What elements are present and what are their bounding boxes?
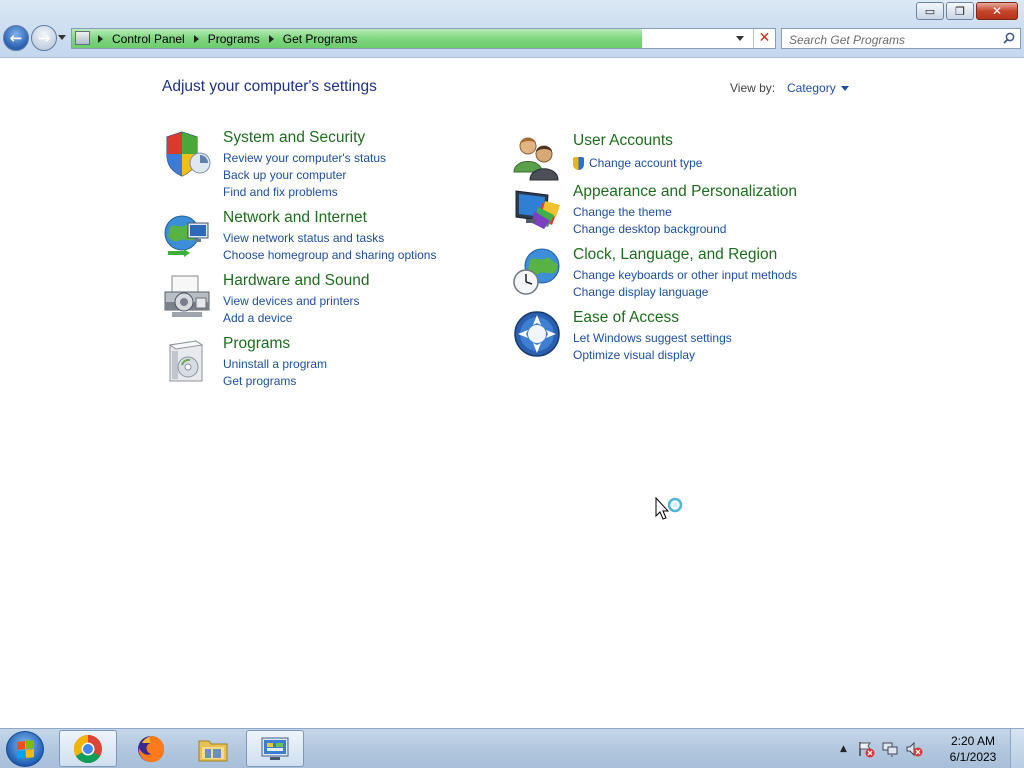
globe-clock-icon[interactable] — [512, 246, 562, 296]
network-icon[interactable] — [881, 740, 899, 758]
address-bar[interactable]: Control Panel Programs Get Programs ✕ — [71, 28, 776, 49]
category-links: View devices and printers Add a device — [223, 293, 360, 327]
breadcrumb-arrow-icon[interactable] — [193, 34, 199, 43]
recent-pages-dropdown[interactable] — [58, 35, 66, 40]
stop-button[interactable]: ✕ — [753, 29, 775, 48]
taskbar-explorer[interactable] — [184, 730, 242, 767]
breadcrumb-arrow-icon[interactable] — [98, 34, 103, 43]
search-box — [781, 28, 1021, 50]
forward-button[interactable]: → — [31, 25, 57, 51]
category-title-system-security[interactable]: System and Security — [223, 129, 365, 147]
link-change-theme[interactable]: Change the theme — [573, 204, 726, 221]
category-title-user-accounts[interactable]: User Accounts — [573, 132, 673, 150]
link-keyboards-input[interactable]: Change keyboards or other input methods — [573, 267, 797, 284]
window-controls: ▭ ❐ ✕ — [914, 2, 1018, 20]
close-button[interactable]: ✕ — [976, 2, 1018, 20]
show-desktop-button[interactable] — [1010, 729, 1024, 768]
firefox-icon — [138, 735, 165, 762]
minimize-icon: ▭ — [924, 4, 936, 18]
taskbar: ▲ 2:20 AM 6/1/2023 — [0, 728, 1024, 768]
show-hidden-icons-button[interactable]: ▲ — [840, 744, 847, 754]
printer-icon[interactable] — [162, 272, 212, 322]
stop-icon: ✕ — [758, 30, 771, 46]
category-title-ease-access[interactable]: Ease of Access — [573, 309, 679, 327]
category-links: Uninstall a program Get programs — [223, 356, 327, 390]
link-back-up[interactable]: Back up your computer — [223, 167, 386, 184]
breadcrumb: Control Panel Programs Get Programs — [96, 29, 357, 48]
control-panel-content: Adjust your computer's settings View by:… — [0, 59, 1024, 728]
category-links: Change account type — [573, 155, 702, 172]
taskbar-firefox[interactable] — [122, 730, 180, 767]
forward-arrow-icon: → — [37, 29, 51, 47]
system-tray: ▲ — [840, 729, 923, 768]
link-add-device[interactable]: Add a device — [223, 310, 360, 327]
link-desktop-background[interactable]: Change desktop background — [573, 221, 726, 238]
address-history-dropdown[interactable] — [736, 36, 744, 41]
minimize-button[interactable]: ▭ — [916, 2, 944, 20]
category-links: Change keyboards or other input methods … — [573, 267, 797, 301]
link-find-fix[interactable]: Find and fix problems — [223, 184, 386, 201]
windows-logo-icon — [17, 740, 34, 759]
taskbar-chrome[interactable] — [59, 730, 117, 767]
breadcrumb-control-panel[interactable]: Control Panel — [112, 32, 185, 46]
link-get-programs[interactable]: Get programs — [223, 373, 327, 390]
network-globe-icon[interactable] — [162, 209, 212, 259]
view-by-value: Category — [787, 81, 836, 95]
view-by-label: View by: — [730, 81, 776, 95]
shield-icon[interactable] — [162, 129, 212, 179]
window-chrome: ▭ ❐ ✕ ← → Control Panel Programs Get Pro… — [0, 0, 1024, 58]
control-panel-small-icon — [75, 31, 90, 45]
chrome-icon — [74, 734, 102, 763]
ease-of-access-icon[interactable] — [512, 309, 562, 359]
clock-time: 2:20 AM — [950, 734, 996, 748]
breadcrumb-programs[interactable]: Programs — [208, 32, 260, 46]
category-title-clock-language[interactable]: Clock, Language, and Region — [573, 246, 777, 264]
action-center-flag-icon[interactable] — [857, 740, 875, 758]
monitor-paint-icon[interactable] — [512, 183, 562, 233]
back-button[interactable]: ← — [3, 25, 29, 51]
clock-date: 6/1/2023 — [949, 750, 997, 764]
link-review-status[interactable]: Review your computer's status — [223, 150, 386, 167]
view-by-dropdown[interactable]: Category — [787, 81, 849, 95]
category-links: Let Windows suggest settings Optimize vi… — [573, 330, 732, 364]
category-links: Change the theme Change desktop backgrou… — [573, 204, 726, 238]
close-icon: ✕ — [991, 4, 1003, 18]
restore-button[interactable]: ❐ — [946, 2, 974, 20]
link-windows-suggest[interactable]: Let Windows suggest settings — [573, 330, 732, 347]
page-title: Adjust your computer's settings — [162, 78, 377, 95]
link-devices-printers[interactable]: View devices and printers — [223, 293, 360, 310]
category-title-hardware-sound[interactable]: Hardware and Sound — [223, 272, 370, 290]
link-uninstall-program[interactable]: Uninstall a program — [223, 356, 327, 373]
link-display-language[interactable]: Change display language — [573, 284, 797, 301]
link-network-status[interactable]: View network status and tasks — [223, 230, 436, 247]
breadcrumb-get-programs[interactable]: Get Programs — [283, 32, 358, 46]
link-visual-display[interactable]: Optimize visual display — [573, 347, 732, 364]
programs-box-icon[interactable] — [162, 335, 212, 385]
category-links: Review your computer's status Back up yo… — [223, 150, 386, 201]
search-input[interactable] — [782, 30, 992, 50]
users-icon[interactable] — [512, 132, 562, 182]
category-title-programs[interactable]: Programs — [223, 335, 290, 353]
search-icon[interactable] — [1003, 32, 1015, 44]
chevron-down-icon — [840, 85, 849, 91]
busy-cursor-icon — [655, 497, 683, 520]
link-change-account-type[interactable]: Change account type — [573, 155, 702, 172]
link-homegroup[interactable]: Choose homegroup and sharing options — [223, 247, 436, 264]
back-arrow-icon: ← — [9, 29, 23, 47]
category-title-network-internet[interactable]: Network and Internet — [223, 209, 367, 227]
start-button[interactable] — [6, 731, 44, 767]
explorer-icon — [198, 740, 228, 761]
restore-icon: ❐ — [955, 4, 965, 18]
volume-muted-icon[interactable] — [905, 740, 923, 758]
category-title-appearance[interactable]: Appearance and Personalization — [573, 183, 797, 201]
category-links: View network status and tasks Choose hom… — [223, 230, 436, 264]
taskbar-control-panel[interactable] — [246, 730, 304, 767]
breadcrumb-arrow-icon[interactable] — [268, 34, 274, 43]
taskbar-clock[interactable]: 2:20 AM 6/1/2023 — [940, 733, 1006, 765]
control-panel-icon — [261, 737, 289, 760]
